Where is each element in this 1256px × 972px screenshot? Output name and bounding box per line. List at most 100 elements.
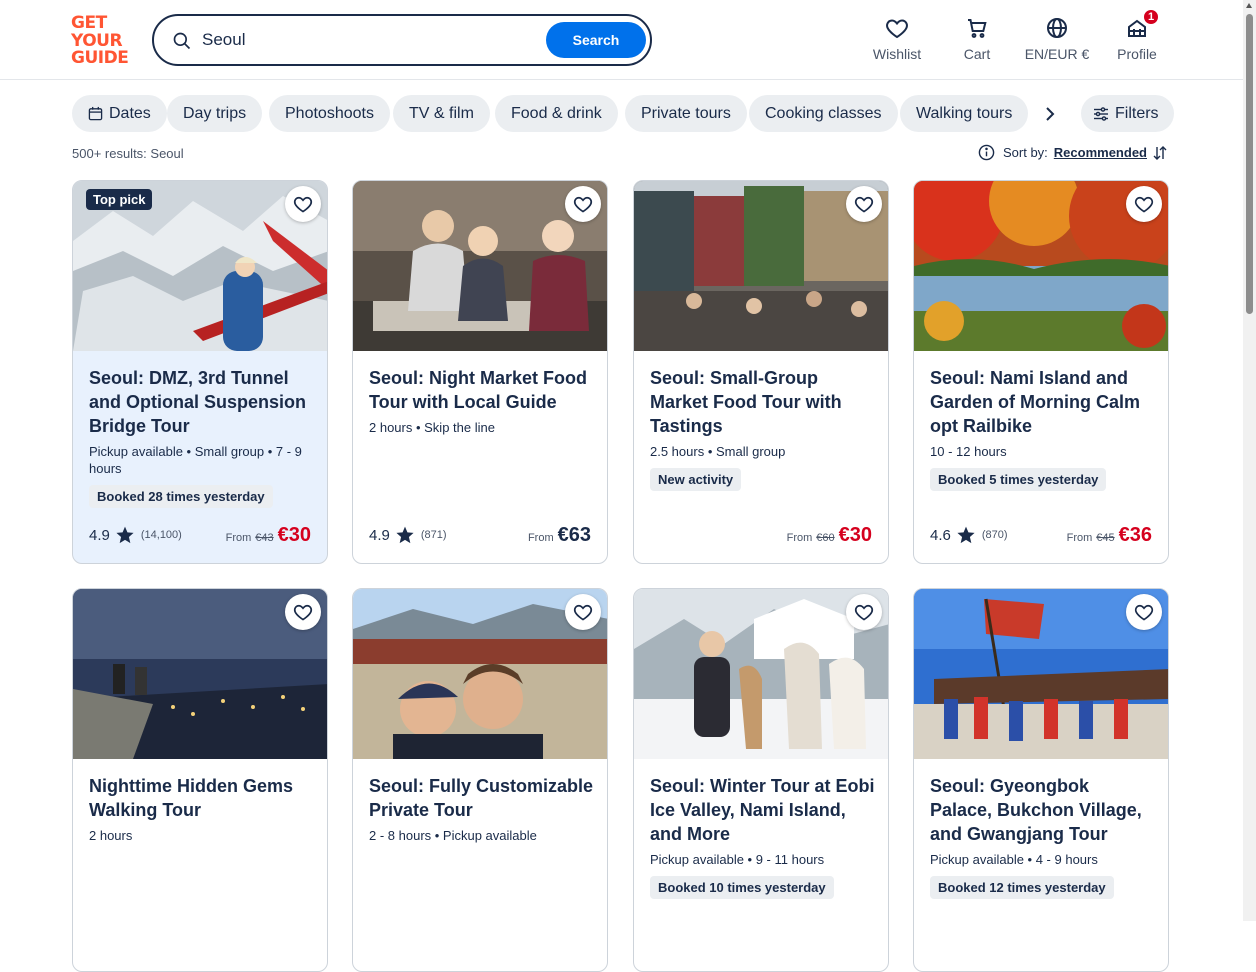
cart-icon [968, 19, 987, 38]
top-pick-badge: Top pick [86, 189, 153, 210]
wishlist-button[interactable] [285, 186, 321, 222]
star-icon [116, 526, 134, 544]
chip-food-drink[interactable]: Food & drink [495, 95, 618, 132]
heart-icon [1134, 604, 1154, 621]
sort-control: Sort by: Recommended [978, 144, 1168, 161]
booked-badge: Booked 28 times yesterday [89, 485, 273, 508]
notification-badge: 1 [1142, 8, 1160, 26]
wishlist-button[interactable] [285, 594, 321, 630]
wishlist-button[interactable] [846, 594, 882, 630]
nav-language-label: EN/EUR € [1024, 46, 1090, 62]
header: GET YOUR GUIDE Search Wishlist Cart EN/E… [0, 0, 1243, 80]
getyourguide-logo[interactable]: GET YOUR GUIDE [71, 13, 131, 67]
scroll-up-icon[interactable] [1246, 3, 1252, 8]
price-from-label: From [527, 531, 554, 544]
search-button[interactable]: Search [546, 22, 646, 58]
heart-icon [573, 604, 593, 621]
review-count: (14,100) [140, 529, 182, 541]
activity-title[interactable]: Seoul: DMZ, 3rd Tunnel and Optional Susp… [89, 366, 314, 438]
price: From €45 €36 [1067, 524, 1152, 547]
rating-value: 4.9 [369, 526, 390, 544]
nav-language-currency[interactable]: EN/EUR € [1017, 16, 1097, 66]
nav-wishlist-label: Wishlist [872, 46, 922, 62]
activity-title[interactable]: Seoul: Night Market Food Tour with Local… [369, 366, 594, 414]
category-chips: Dates Day trips Photoshoots TV & film Fo… [72, 95, 1174, 133]
activity-card[interactable]: Seoul: Winter Tour at Eobi Ice Valley, N… [633, 588, 889, 972]
activity-card[interactable]: Top pick Seoul: DMZ, 3rd Tunnel and Opti… [72, 180, 328, 564]
activity-meta: Pickup available • Small group • 7 - 9 h… [89, 444, 302, 476]
activity-meta: 2 hours • Skip the line [369, 420, 495, 435]
heart-icon [293, 604, 313, 621]
sort-label: Sort by: [1003, 145, 1048, 160]
chip-walking-tours[interactable]: Walking tours [900, 95, 1029, 132]
activity-card[interactable]: Seoul: Fully Customizable Private Tour 2… [352, 588, 608, 972]
current-price: €36 [1118, 523, 1152, 546]
wishlist-button[interactable] [565, 594, 601, 630]
chip-dates[interactable]: Dates [72, 95, 167, 132]
nav-cart[interactable]: Cart [937, 16, 1017, 66]
chip-tv-film[interactable]: TV & film [393, 95, 490, 132]
sort-arrows-icon[interactable] [1152, 145, 1168, 161]
star-icon [396, 526, 414, 544]
activity-card[interactable]: Nighttime Hidden Gems Walking Tour 2 hou… [72, 588, 328, 972]
rating: 4.9 (14,100) [89, 525, 182, 545]
rating-value: 4.6 [930, 526, 951, 544]
wishlist-button[interactable] [1126, 186, 1162, 222]
scrollbar-thumb[interactable] [1246, 14, 1253, 314]
sliders-icon [1094, 106, 1108, 121]
chevron-right-icon[interactable] [1040, 104, 1060, 124]
results-count: 500+ results: Seoul [72, 146, 184, 161]
logo-line-1: GET [71, 13, 107, 33]
price: From €43 €30 [226, 524, 311, 547]
scrollbar[interactable] [1243, 0, 1256, 921]
filters-button[interactable]: Filters [1081, 95, 1174, 132]
booked-badge: Booked 5 times yesterday [930, 468, 1107, 491]
nav-cart-label: Cart [963, 46, 991, 62]
activity-title[interactable]: Seoul: Fully Customizable Private Tour [369, 774, 594, 822]
activity-title[interactable]: Seoul: Small-Group Market Food Tour with… [650, 366, 875, 438]
price: From €63 [528, 524, 591, 547]
wishlist-button[interactable] [1126, 594, 1162, 630]
activity-card[interactable]: Seoul: Nami Island and Garden of Morning… [913, 180, 1169, 564]
activity-title[interactable]: Seoul: Gyeongbok Palace, Bukchon Village… [930, 774, 1155, 846]
search-input[interactable] [200, 25, 530, 55]
activity-card[interactable]: Seoul: Night Market Food Tour with Local… [352, 180, 608, 564]
activity-card[interactable]: Seoul: Small-Group Market Food Tour with… [633, 180, 889, 564]
activity-title[interactable]: Seoul: Winter Tour at Eobi Ice Valley, N… [650, 774, 875, 846]
filters-label: Filters [1115, 104, 1159, 122]
current-price: €30 [277, 523, 311, 546]
wishlist-button[interactable] [565, 186, 601, 222]
original-price: €45 [1096, 531, 1115, 544]
activity-title[interactable]: Seoul: Nami Island and Garden of Morning… [930, 366, 1155, 438]
heart-icon [854, 196, 874, 213]
chip-photoshoots[interactable]: Photoshoots [269, 95, 390, 132]
rating-value: 4.9 [89, 526, 110, 544]
nav-profile[interactable]: 1 Profile [1097, 8, 1177, 66]
chip-private-tours[interactable]: Private tours [625, 95, 747, 132]
current-price: €30 [838, 523, 872, 546]
heart-icon [573, 196, 593, 213]
sort-dropdown[interactable]: Recommended [1054, 145, 1147, 160]
activity-meta: Pickup available • 9 - 11 hours [650, 852, 825, 867]
wishlist-button[interactable] [846, 186, 882, 222]
chip-cooking-classes[interactable]: Cooking classes [749, 95, 898, 132]
activity-meta: 2 hours [89, 828, 133, 843]
price-from-label: From [1066, 531, 1093, 544]
activity-meta: 2.5 hours • Small group [650, 444, 786, 459]
info-icon[interactable] [978, 144, 995, 161]
original-price: €60 [816, 531, 835, 544]
search-bar: Search [152, 14, 652, 66]
nav-wishlist[interactable]: Wishlist [857, 16, 937, 66]
heart-outline-icon [886, 19, 908, 39]
activity-meta: 2 - 8 hours • Pickup available [369, 828, 537, 843]
activity-card[interactable]: Seoul: Gyeongbok Palace, Bukchon Village… [913, 588, 1169, 972]
calendar-icon [88, 106, 103, 121]
activity-title[interactable]: Nighttime Hidden Gems Walking Tour [89, 774, 314, 822]
chip-day-trips[interactable]: Day trips [167, 95, 263, 132]
globe-icon [1047, 18, 1067, 38]
rating: 4.9 (871) [369, 525, 447, 545]
activity-meta: Pickup available • 4 - 9 hours [930, 852, 1098, 867]
star-icon [957, 526, 975, 544]
search-icon [173, 32, 191, 50]
review-count: (871) [420, 529, 447, 541]
